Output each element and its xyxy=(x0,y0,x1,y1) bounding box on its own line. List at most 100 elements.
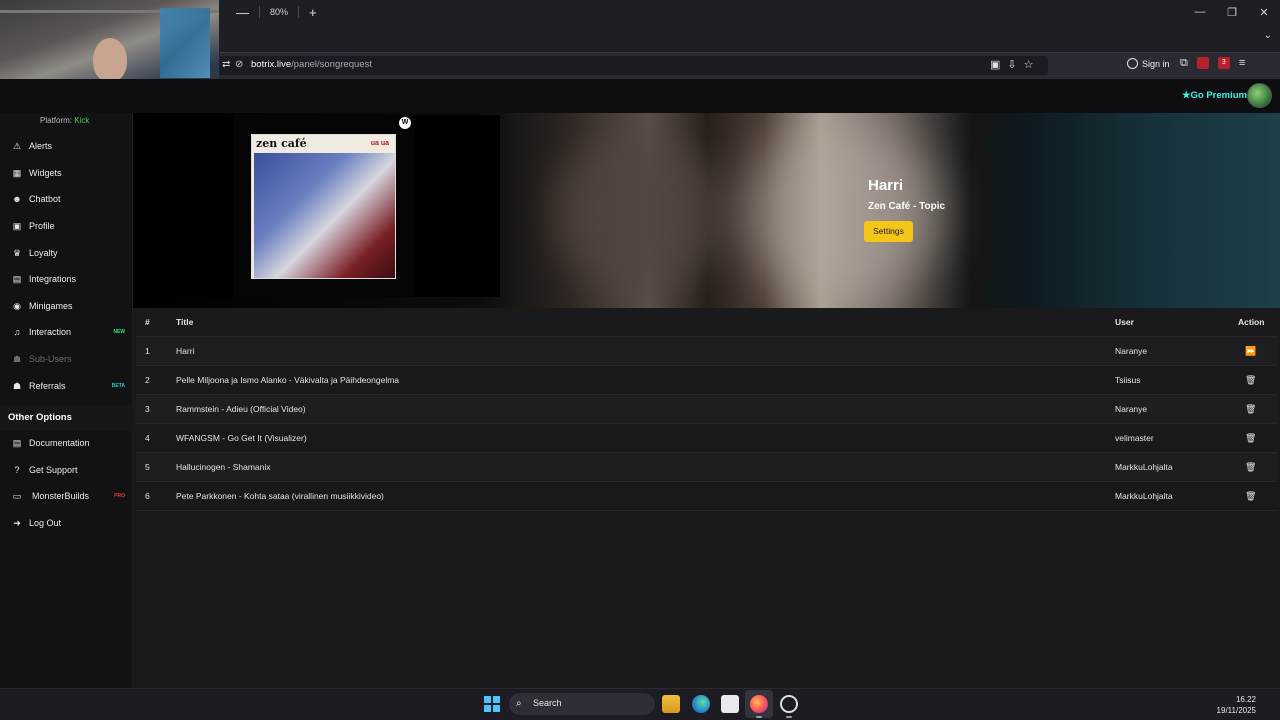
column-header-user: User xyxy=(1115,317,1134,327)
banner-blur-shape xyxy=(553,133,723,293)
divider xyxy=(298,6,300,18)
logout-icon: ➜ xyxy=(13,517,21,528)
column-header-action: Action xyxy=(1238,317,1265,327)
minimize-button[interactable]: — xyxy=(1184,0,1216,24)
user-avatar[interactable] xyxy=(1247,83,1272,108)
restore-button[interactable]: ❐ xyxy=(1216,0,1248,24)
platform-label: Platform: xyxy=(40,116,73,125)
url-path: /panel/songrequest xyxy=(291,59,372,70)
sidebar-item-label: Profile xyxy=(29,221,55,231)
skip-icon[interactable]: ⏩ xyxy=(1245,337,1256,366)
windows-logo-tile xyxy=(484,696,491,703)
trash-icon[interactable]: 🗑 xyxy=(1245,453,1256,482)
sidebar-item-label: Chatbot xyxy=(29,194,61,204)
url-text[interactable]: botrix.live/panel/songrequest xyxy=(251,59,372,70)
table-header: # Title User Action xyxy=(136,308,1277,337)
users-icon: ☗ xyxy=(12,353,22,364)
close-window-button[interactable]: ✕ xyxy=(1248,0,1280,24)
sidebar-item-log-out[interactable]: ➜ Log Out xyxy=(0,512,133,534)
row-title: WFANGSM - Go Get It (Visualizer) xyxy=(176,433,307,443)
sidebar-item-chatbot[interactable]: ☻ Chatbot xyxy=(0,188,133,210)
table-row: 2 Pelle Miljoona ja Ismo Alanko - Väkiva… xyxy=(136,366,1277,395)
app-icon[interactable] xyxy=(780,695,798,713)
warning-icon: ⚠ xyxy=(12,140,22,151)
sidebar-item-sub-users: ☗ Sub-Users xyxy=(0,348,133,370)
sidebar-item-alerts[interactable]: ⚠ Alerts xyxy=(0,135,133,157)
store-icon[interactable] xyxy=(721,695,739,713)
label-logo: W xyxy=(399,117,411,129)
pro-badge: PRO xyxy=(114,493,125,499)
question-icon: ? xyxy=(14,465,20,475)
list-all-tabs-button[interactable]: ⌄ xyxy=(1264,30,1272,41)
permissions-icon[interactable]: ⊘ xyxy=(235,59,243,70)
account-icon xyxy=(1127,58,1138,69)
site-header xyxy=(0,79,1280,113)
picture-in-picture-icon[interactable]: ▣ xyxy=(990,58,1000,71)
sidebar-item-minigames[interactable]: ◉ Minigames xyxy=(0,295,133,317)
system-clock[interactable]: 16.22 19/11/2025 xyxy=(1217,694,1256,716)
trophy-icon: ♛ xyxy=(12,247,22,258)
sidebar-item-loyalty[interactable]: ♛ Loyalty xyxy=(0,242,133,264)
row-number: 2 xyxy=(145,375,150,385)
sidebar-item-monsterbuilds[interactable]: ▭ MonsterBuilds PRO xyxy=(0,485,133,507)
sidebar-item-label: Loyalty xyxy=(29,248,58,258)
trash-icon[interactable]: 🗑 xyxy=(1245,424,1256,453)
sidebar-item-label: Log Out xyxy=(29,518,62,528)
sidebar-item-integrations[interactable]: ▤ Integrations xyxy=(0,268,133,290)
file-explorer-icon[interactable] xyxy=(662,695,680,713)
sign-in-label: Sign in xyxy=(1142,58,1170,69)
id-card-icon: ▣ xyxy=(12,220,22,231)
running-indicator xyxy=(756,716,762,718)
search-icon: ⌕ xyxy=(516,698,522,709)
tracking-protection-icon[interactable]: ⇄ xyxy=(222,59,230,70)
extension-badge-icon[interactable]: 3 xyxy=(1217,57,1230,69)
windows-logo-tile xyxy=(493,696,500,703)
sign-in-button[interactable]: Sign in xyxy=(1127,58,1170,69)
sidebar-item-get-support[interactable]: ? Get Support xyxy=(0,459,133,481)
save-page-icon[interactable]: ⇩ xyxy=(1007,58,1016,71)
sidebar-item-profile[interactable]: ▣ Profile xyxy=(0,215,133,237)
go-premium-link[interactable]: ★Go Premium xyxy=(1182,90,1247,101)
zoom-level[interactable]: 80% xyxy=(270,7,288,17)
row-title: Pete Parkkonen - Kohta sataa (virallinen… xyxy=(176,491,384,501)
taskbar-search-label: Search xyxy=(533,698,562,708)
firefox-icon[interactable] xyxy=(750,695,768,713)
album-cover-art xyxy=(254,153,395,278)
trash-icon[interactable]: 🗑 xyxy=(1245,482,1256,511)
sidebar-item-label: Get Support xyxy=(29,465,78,475)
clock-time: 16.22 xyxy=(1235,695,1256,704)
row-user: MarkkuLohjalta xyxy=(1115,462,1173,472)
zoom-out-button[interactable]: — xyxy=(236,6,249,19)
row-title: Pelle Miljoona ja Ismo Alanko - Väkivalt… xyxy=(176,375,400,385)
zoom-controls: — 80% + xyxy=(236,4,317,20)
clock-date: 19/11/2025 xyxy=(1216,706,1256,715)
column-header-title: Title xyxy=(176,317,194,327)
taskbar-search-box[interactable] xyxy=(509,693,655,715)
edge-browser-icon[interactable] xyxy=(692,695,710,713)
sidebar-item-interaction[interactable]: ♫ Interaction NEW xyxy=(0,321,133,343)
sidebar-item-label: Widgets xyxy=(29,168,62,178)
menu-icon[interactable]: ≡ xyxy=(1239,57,1245,70)
trash-icon[interactable]: 🗑 xyxy=(1245,395,1256,424)
running-indicator xyxy=(786,716,792,718)
row-title: Rammstein - Adieu (Official Video) xyxy=(176,404,306,414)
zoom-in-button[interactable]: + xyxy=(309,6,317,19)
sidebar-item-documentation[interactable]: ▤ Documentation xyxy=(0,432,133,454)
bookmark-star-icon[interactable]: ☆ xyxy=(1024,58,1034,71)
sidebar-item-referrals[interactable]: ☗ Referrals BETA xyxy=(0,375,133,397)
album-cover-brand: zen café xyxy=(256,137,307,150)
sidebar-item-label: Alerts xyxy=(29,141,53,151)
trash-icon[interactable]: 🗑 xyxy=(1245,366,1256,395)
toolbar-buttons: ⧉ 3 ≡ xyxy=(1180,57,1245,70)
platform-indicator: Platform: Kick xyxy=(40,116,89,125)
extension-icon[interactable] xyxy=(1196,57,1209,69)
extensions-icon[interactable]: ⧉ xyxy=(1180,57,1188,70)
settings-button[interactable]: Settings xyxy=(864,221,913,242)
sidebar-item-widgets[interactable]: ▦ Widgets xyxy=(0,162,133,184)
row-user: Tsiisus xyxy=(1115,375,1141,385)
row-title: Hallucinogen - Shamanix xyxy=(176,462,271,472)
row-number: 4 xyxy=(145,433,150,443)
divider xyxy=(259,6,260,18)
row-number: 3 xyxy=(145,404,150,414)
windows-start-icon[interactable] xyxy=(484,696,500,712)
